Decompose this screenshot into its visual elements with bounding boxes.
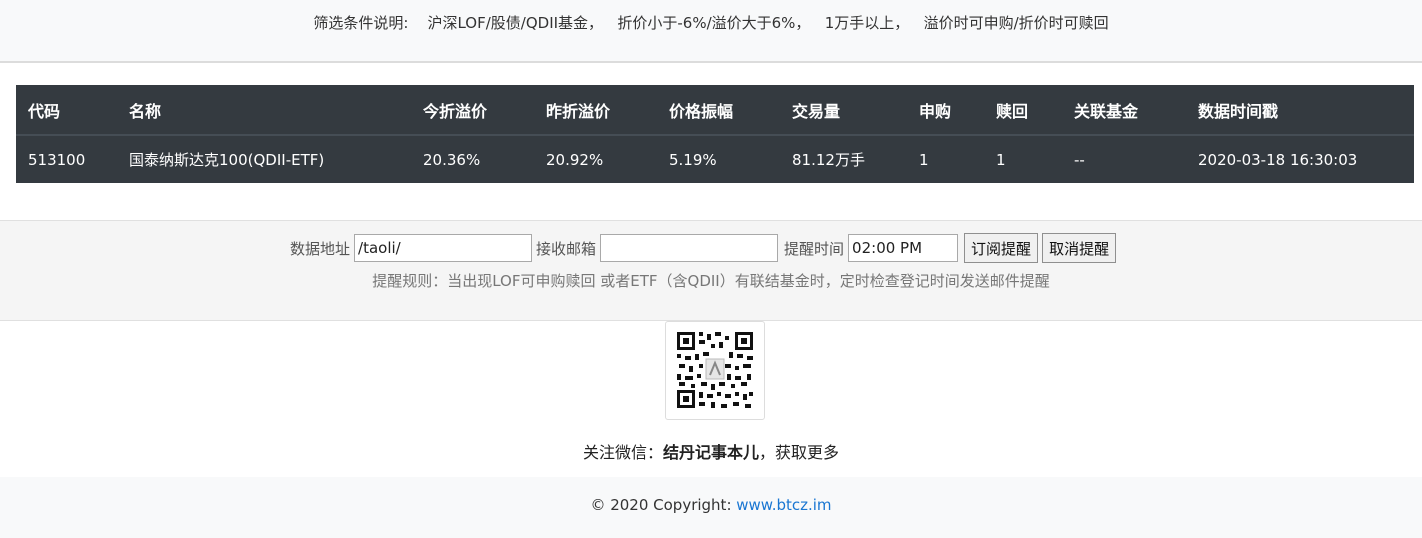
reminder-time-input[interactable] [848,234,959,262]
alert-rule-text: 提醒规则：当出现LOF可申购赎回 或者ETF（含QDII）有联结基金时，定时检查… [372,272,1050,290]
site-link[interactable]: www.btcz.im [736,496,831,514]
column-header-timestamp[interactable]: 数据时间戳 [1186,85,1414,136]
cell-volume: 81.12万手 [792,151,865,169]
alert-subscription-panel: 数据地址 接收邮箱 提醒时间 订阅提醒 取消提醒 提醒规则：当出现LOF可申购赎… [0,220,1422,321]
table-header-row: 代码 名称 今折溢价 昨折溢价 价格振幅 交易量 申购 赎回 关联基金 数据时间… [16,85,1414,136]
column-header-linked-fund[interactable]: 关联基金 [1062,85,1186,136]
cell-today-premium: 20.36% [423,150,481,169]
filter-item-premium-range: 折价小于-6%/溢价大于6%， [617,14,811,32]
filter-item-fund-types: 沪深LOF/股债/QDII基金， [427,14,604,32]
subscribe-button[interactable]: 订阅提醒 [964,233,1039,263]
filter-label: 筛选条件说明: [313,14,409,32]
fund-table-container: 代码 名称 今折溢价 昨折溢价 价格振幅 交易量 申购 赎回 关联基金 数据时间… [16,85,1414,183]
footer-copyright: © 2020 Copyright: www.btcz.im [0,496,1422,514]
data-url-input[interactable] [354,234,533,262]
wechat-follow-text: 关注微信：结丹记事本儿，获取更多 [0,439,1422,463]
column-header-yesterday-premium[interactable]: 昨折溢价 [534,85,657,136]
filter-item-arbitrage-rule: 溢价时可申购/折价时可赎回 [923,14,1109,32]
column-header-name[interactable]: 名称 [117,85,411,136]
cell-redeem: 1 [996,150,1006,169]
footer: © 2020 Copyright: www.btcz.im [0,477,1422,538]
filter-item-volume: 1万手以上， [824,14,910,32]
alert-form: 数据地址 接收邮箱 提醒时间 订阅提醒 取消提醒 [290,233,1117,263]
column-header-subscribe[interactable]: 申购 [907,85,984,136]
copyright-text: © 2020 Copyright: [590,496,737,514]
cell-timestamp: 2020-03-18 16:30:03 [1198,150,1358,169]
cell-subscribe: 1 [919,150,929,169]
column-header-amplitude[interactable]: 价格振幅 [657,85,780,136]
cancel-subscription-button[interactable]: 取消提醒 [1042,233,1117,263]
wechat-qr-code [665,321,765,420]
cell-code: 513100 [28,150,86,169]
follow-suffix: ，获取更多 [759,443,840,462]
filter-description-bar: 筛选条件说明: 沪深LOF/股债/QDII基金， 折价小于-6%/溢价大于6%，… [0,0,1422,63]
follow-prefix: 关注微信： [582,443,663,462]
table-row: 513100 国泰纳斯达克100(QDII-ETF) 20.36% 20.92%… [16,135,1414,183]
cell-yesterday-premium: 20.92% [546,150,604,169]
filter-description: 筛选条件说明: 沪深LOF/股债/QDII基金， 折价小于-6%/溢价大于6%，… [0,12,1422,33]
wechat-account-name: 结丹记事本儿 [662,443,759,462]
column-header-today-premium[interactable]: 今折溢价 [411,85,534,136]
data-url-label: 数据地址 [290,239,351,258]
email-label: 接收邮箱 [536,239,597,258]
cell-amplitude: 5.19% [669,150,717,169]
column-header-redeem[interactable]: 赎回 [984,85,1062,136]
column-header-code[interactable]: 代码 [16,85,117,136]
email-input[interactable] [600,234,779,262]
qr-code-icon [675,330,755,410]
fund-table: 代码 名称 今折溢价 昨折溢价 价格振幅 交易量 申购 赎回 关联基金 数据时间… [16,85,1414,183]
cell-name: 国泰纳斯达克100(QDII-ETF) [129,151,325,169]
column-header-volume[interactable]: 交易量 [780,85,907,136]
reminder-time-label: 提醒时间 [784,239,845,258]
cell-linked-fund: -- [1074,150,1085,169]
